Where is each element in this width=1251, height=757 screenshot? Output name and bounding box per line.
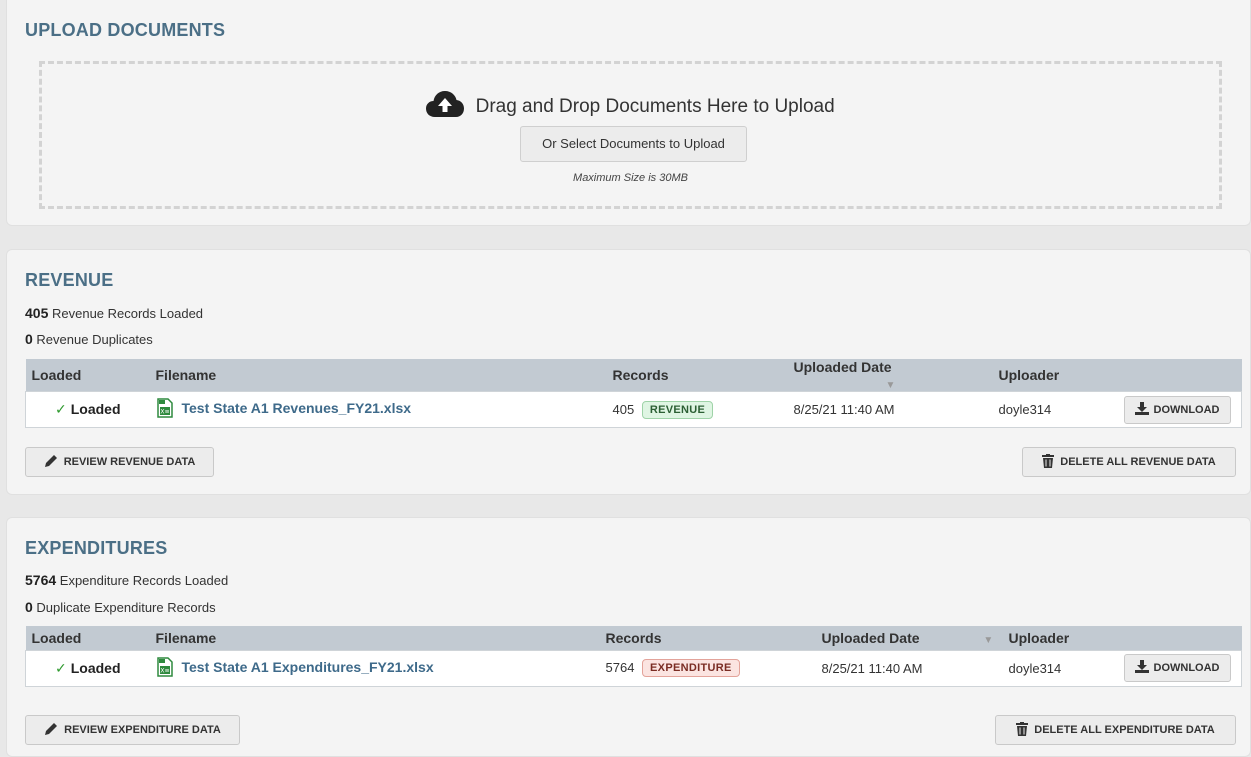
upload-title: UPLOAD DOCUMENTS xyxy=(25,20,226,40)
table-header-row: Loaded Filename Records Uploaded Date ▼ … xyxy=(25,626,1242,650)
records-cell: 5764 EXPENDITURE xyxy=(599,649,816,687)
review-expenditure-label: REVIEW EXPENDITURE DATA xyxy=(64,724,221,736)
column-header-actions xyxy=(1117,359,1242,392)
expenditure-records-stat: 5764 Expenditure Records Loaded xyxy=(25,572,228,588)
revenue-duplicates-stat: 0 Revenue Duplicates xyxy=(25,331,153,347)
check-icon: ✓ xyxy=(54,401,67,417)
upload-documents-panel: UPLOAD DOCUMENTS Drag and Drop Documents… xyxy=(6,0,1251,226)
download-cell: DOWNLOAD xyxy=(1117,649,1242,687)
revenue-table: Loaded Filename Records Uploaded Date ▼ … xyxy=(25,359,1242,428)
uploaded-date-cell: 8/25/21 11:40 AM xyxy=(787,391,993,428)
expenditure-records-count: 5764 xyxy=(25,572,57,588)
expenditures-table: Loaded Filename Records Uploaded Date ▼ … xyxy=(25,626,1242,687)
uploader-cell: doyle314 xyxy=(1002,649,1118,687)
records-count: 405 xyxy=(612,401,635,417)
table-header-row: Loaded Filename Records Uploaded Date ▼ … xyxy=(25,359,1242,392)
uploaded-date-cell: 8/25/21 11:40 AM xyxy=(815,649,1003,687)
delete-all-revenue-label: DELETE ALL REVENUE DATA xyxy=(1060,456,1216,468)
uploaded-date-label: Uploaded Date xyxy=(793,359,892,375)
sort-caret-icon: ▼ xyxy=(885,380,896,391)
cloud-upload-icon xyxy=(426,90,465,124)
svg-text:X≡: X≡ xyxy=(160,409,169,416)
expenditure-records-text: Expenditure Records Loaded xyxy=(59,573,229,588)
column-header-uploader[interactable]: Uploader xyxy=(992,359,1118,392)
column-header-uploaded-date[interactable]: Uploaded Date ▼ xyxy=(787,359,993,392)
uploader-cell: doyle314 xyxy=(992,391,1118,428)
column-header-actions xyxy=(1117,626,1242,650)
trash-icon xyxy=(1042,453,1055,471)
revenue-dup-count: 0 xyxy=(25,331,33,347)
column-header-filename[interactable]: Filename xyxy=(149,626,600,650)
expenditure-dup-text: Duplicate Expenditure Records xyxy=(36,600,216,615)
trash-icon xyxy=(1016,721,1029,739)
loaded-status: Loaded xyxy=(70,401,121,417)
check-icon: ✓ xyxy=(54,659,67,676)
download-cell: DOWNLOAD xyxy=(1117,391,1242,428)
delete-all-expenditure-button[interactable]: DELETE ALL EXPENDITURE DATA xyxy=(995,715,1236,745)
expenditures-panel: EXPENDITURES 5764 Expenditure Records Lo… xyxy=(6,517,1251,757)
revenue-records-count: 405 xyxy=(25,305,49,321)
review-revenue-button[interactable]: REVIEW REVENUE DATA xyxy=(25,447,214,477)
revenue-panel: REVENUE 405 Revenue Records Loaded 0 Rev… xyxy=(6,249,1251,495)
filename-link[interactable]: Test State A1 Revenues_FY21.xlsx xyxy=(182,400,412,416)
loaded-cell: ✓ Loaded xyxy=(25,391,150,428)
expenditure-duplicates-stat: 0 Duplicate Expenditure Records xyxy=(25,599,216,615)
delete-all-expenditure-label: DELETE ALL EXPENDITURE DATA xyxy=(1034,724,1215,736)
column-header-loaded[interactable]: Loaded xyxy=(25,626,150,650)
svg-text:X≡: X≡ xyxy=(160,667,169,674)
download-label: DOWNLOAD xyxy=(1153,662,1220,674)
review-revenue-label: REVIEW REVENUE DATA xyxy=(63,456,196,468)
drop-zone-text: Drag and Drop Documents Here to Upload xyxy=(475,96,835,118)
expenditure-dup-count: 0 xyxy=(25,599,33,615)
column-header-uploader[interactable]: Uploader xyxy=(1002,626,1118,650)
download-icon xyxy=(1134,401,1149,418)
download-button[interactable]: DOWNLOAD xyxy=(1123,395,1231,424)
revenue-records-stat: 405 Revenue Records Loaded xyxy=(25,305,203,321)
column-header-uploaded-date[interactable]: Uploaded Date ▼ xyxy=(815,626,1003,650)
table-row: ✓ Loaded X≡ Test State A1 Expenditures_FY… xyxy=(25,649,1242,687)
review-expenditure-button[interactable]: REVIEW EXPENDITURE DATA xyxy=(25,715,240,745)
uploaded-date-label: Uploaded Date xyxy=(821,629,920,646)
revenue-records-text: Revenue Records Loaded xyxy=(51,306,204,321)
loaded-cell: ✓ Loaded xyxy=(25,649,150,687)
filename-cell: X≡ Test State A1 Expenditures_FY21.xlsx xyxy=(149,649,600,687)
revenue-badge: REVENUE xyxy=(641,400,714,419)
column-header-records[interactable]: Records xyxy=(599,626,816,650)
table-row: ✓ Loaded X≡ Test State A1 Revenues_FY21.x… xyxy=(25,391,1242,428)
records-cell: 405 REVENUE xyxy=(606,391,788,428)
column-header-filename[interactable]: Filename xyxy=(149,359,607,392)
records-count: 5764 xyxy=(605,660,635,675)
download-icon xyxy=(1134,660,1149,676)
expenditure-badge: EXPENDITURE xyxy=(642,659,740,677)
revenue-title: REVENUE xyxy=(25,270,114,290)
filename-cell: X≡ Test State A1 Revenues_FY21.xlsx xyxy=(149,391,607,428)
pencil-icon xyxy=(44,722,58,739)
download-label: DOWNLOAD xyxy=(1153,403,1220,416)
drop-zone-message: Drag and Drop Documents Here to Upload xyxy=(42,90,1219,124)
excel-file-icon: X≡ xyxy=(156,398,174,421)
column-header-records[interactable]: Records xyxy=(606,359,788,392)
max-size-note: Maximum Size is 30MB xyxy=(573,172,688,184)
select-documents-button[interactable]: Or Select Documents to Upload xyxy=(520,126,747,162)
download-button[interactable]: DOWNLOAD xyxy=(1123,654,1231,682)
drop-zone[interactable]: Drag and Drop Documents Here to Upload O… xyxy=(39,61,1222,209)
column-header-loaded[interactable]: Loaded xyxy=(25,359,150,392)
revenue-dup-text: Revenue Duplicates xyxy=(36,332,153,347)
expenditures-title: EXPENDITURES xyxy=(25,538,168,558)
delete-all-revenue-button[interactable]: DELETE ALL REVENUE DATA xyxy=(1022,447,1236,477)
pencil-icon xyxy=(44,454,58,471)
sort-caret-icon: ▼ xyxy=(983,634,994,646)
loaded-status: Loaded xyxy=(70,659,121,676)
filename-link[interactable]: Test State A1 Expenditures_FY21.xlsx xyxy=(182,658,434,674)
excel-file-icon: X≡ xyxy=(156,656,174,680)
